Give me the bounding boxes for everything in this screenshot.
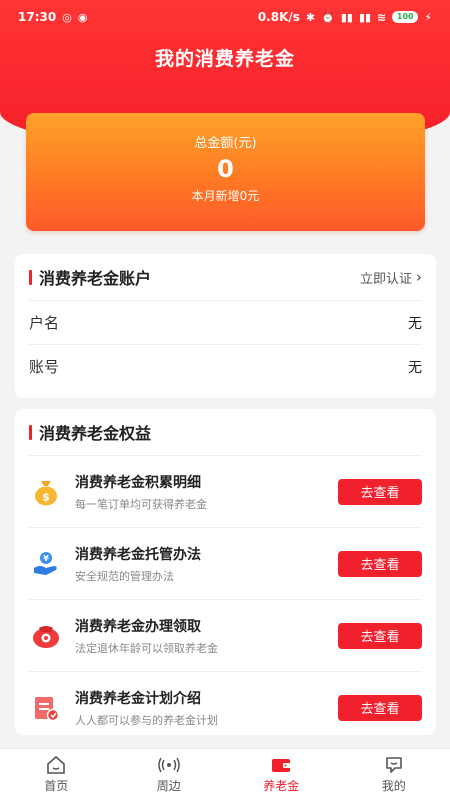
list-item: ¥ 消费养老金托管办法 安全规范的管理办法 去查看	[29, 527, 422, 599]
status-time: 17:30	[18, 10, 57, 24]
hand-coin-icon: ¥	[31, 549, 61, 579]
nav-home[interactable]: 首页	[0, 749, 113, 800]
list-item: 消费养老金计划介绍 人人都可以参与的养老金计划 去查看	[29, 671, 422, 743]
battery-icon: 100	[392, 11, 419, 23]
total-amount-card: 总金额(元) 0 本月新增0元	[26, 113, 425, 231]
nav-nearby[interactable]: 周边	[113, 749, 226, 800]
benefit-subtitle: 人人都可以参与的养老金计划	[75, 713, 218, 727]
charging-icon: ⚡	[424, 10, 432, 24]
benefit-subtitle: 法定退休年龄可以领取养老金	[75, 641, 218, 655]
network-speed: 0.8K/s	[257, 10, 300, 24]
account-header: 消费养老金账户 立即认证 ›	[15, 254, 436, 300]
view-button[interactable]: 去查看	[338, 478, 422, 505]
red-envelope-icon	[31, 621, 61, 651]
nav-label: 首页	[44, 779, 69, 793]
rights-header: 消费养老金权益	[15, 409, 436, 455]
bluetooth-icon: ✱	[305, 10, 316, 24]
nav-label: 周边	[156, 779, 181, 793]
notification-icon: ◎	[62, 10, 72, 24]
alarm-icon: ⏰	[321, 10, 335, 24]
benefit-title: 消费养老金计划介绍	[75, 690, 201, 707]
money-bag-icon: $	[31, 477, 61, 507]
benefit-title: 消费养老金积累明细	[75, 474, 201, 491]
row-value: 无	[408, 359, 422, 376]
title-accent-bar	[29, 269, 32, 285]
benefit-subtitle: 安全规范的管理办法	[75, 569, 174, 583]
home-icon	[46, 755, 66, 775]
verify-label: 立即认证	[359, 271, 412, 287]
rights-title-text: 消费养老金权益	[39, 424, 152, 443]
status-bar: 17:30 ◎ ◉ 0.8K/s ✱ ⏰ ▮▮ ▮▮ ≋ 100 ⚡	[0, 0, 450, 34]
row-value: 无	[408, 315, 422, 332]
rights-panel: 消费养老金权益 $ 消费养老金积累明细 每一笔订单均可获得养老金 去查看 ¥ 消…	[15, 409, 436, 735]
list-item: $ 消费养老金积累明细 每一笔订单均可获得养老金 去查看	[29, 455, 422, 527]
benefit-subtitle: 每一笔订单均可获得养老金	[75, 497, 207, 511]
view-button[interactable]: 去查看	[338, 694, 422, 721]
svg-text:¥: ¥	[43, 554, 49, 563]
signal-icon: ▮▮	[340, 10, 353, 24]
page-title: 我的消费养老金	[154, 48, 295, 70]
benefit-title: 消费养老金办理领取	[75, 618, 201, 635]
nav-label: 我的	[381, 779, 406, 793]
view-button[interactable]: 去查看	[338, 550, 422, 577]
svg-text:$: $	[42, 490, 50, 503]
view-button[interactable]: 去查看	[338, 622, 422, 649]
broadcast-icon	[158, 755, 180, 775]
signal-icon: ▮▮	[358, 10, 372, 24]
wifi-icon: ≋	[377, 10, 387, 24]
row-label: 账号	[29, 358, 60, 376]
total-value: 0	[217, 155, 234, 183]
account-number-row: 账号 无	[29, 344, 422, 388]
account-name-row: 户名 无	[29, 300, 422, 344]
monthly-increase: 本月新增0元	[191, 189, 260, 203]
verify-link[interactable]: 立即认证 ›	[360, 268, 422, 287]
wallet-icon	[270, 755, 292, 775]
row-label: 户名	[29, 314, 60, 332]
title-accent-bar	[29, 424, 32, 440]
list-item: 消费养老金办理领取 法定退休年龄可以领取养老金 去查看	[29, 599, 422, 671]
nav-pension[interactable]: 养老金	[225, 749, 338, 800]
rights-title: 消费养老金权益	[29, 420, 151, 444]
nav-label: 养老金	[263, 779, 300, 793]
account-panel: 消费养老金账户 立即认证 › 户名 无 账号 无	[15, 254, 436, 398]
chevron-right-icon: ›	[416, 268, 422, 286]
notification-icon: ◉	[77, 10, 88, 24]
account-title-text: 消费养老金账户	[39, 269, 152, 288]
plan-document-icon	[31, 693, 61, 723]
bottom-nav: 首页 周边 养老金 我的	[0, 748, 450, 800]
benefit-title: 消费养老金托管办法	[75, 546, 201, 563]
total-label: 总金额(元)	[194, 136, 257, 151]
chat-bubble-icon	[384, 755, 404, 775]
account-title: 消费养老金账户	[29, 265, 151, 289]
nav-mine[interactable]: 我的	[338, 749, 450, 800]
